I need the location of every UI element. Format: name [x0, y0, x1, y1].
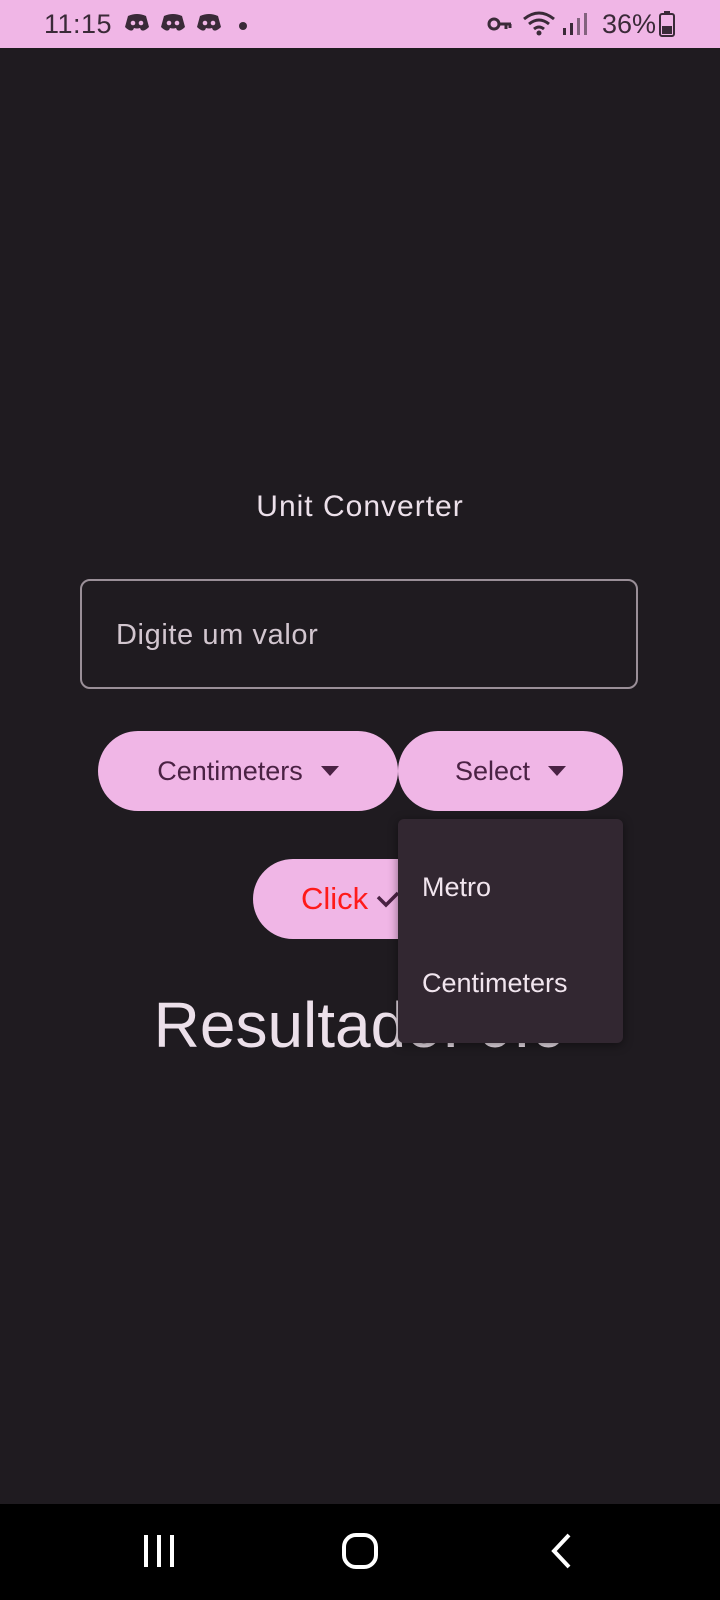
wifi-icon: [522, 10, 556, 41]
menu-item-label: Metro: [422, 871, 492, 902]
to-unit-dropdown-menu: Metro Centimeters: [398, 819, 623, 1043]
caret-down-icon: [320, 766, 339, 776]
menu-item-centimeters[interactable]: Centimeters: [398, 935, 623, 1031]
battery-icon: [659, 11, 675, 42]
home-icon[interactable]: [341, 1532, 379, 1575]
menu-item-label: Centimeters: [422, 967, 568, 998]
battery-percentage: 36%: [602, 9, 657, 39]
discord-icon: [160, 12, 186, 39]
value-field[interactable]: [80, 579, 638, 689]
convert-button-label: Click: [301, 881, 369, 916]
to-unit-label: Select: [454, 755, 531, 786]
caret-down-icon: [548, 766, 567, 776]
value-input[interactable]: [114, 581, 618, 689]
dot-icon: [238, 18, 248, 36]
status-time: 11:15: [44, 9, 113, 39]
screen: 11:15 36% Unit Converter Digite um valor…: [0, 0, 720, 1600]
back-icon[interactable]: [547, 1532, 575, 1575]
page-title: Unit Converter: [256, 490, 464, 523]
to-unit-dropdown-button[interactable]: Select: [398, 731, 623, 811]
key-icon: [487, 14, 513, 39]
from-unit-dropdown-button[interactable]: Centimeters: [98, 731, 398, 811]
recents-icon[interactable]: [141, 1532, 177, 1575]
menu-item-metro[interactable]: Metro: [398, 839, 623, 935]
discord-icon: [196, 12, 222, 39]
from-unit-label: Centimeters: [157, 755, 303, 786]
discord-icon: [124, 12, 150, 39]
navigation-bar: [0, 1504, 720, 1600]
status-bar: 11:15 36%: [0, 0, 720, 48]
signal-icon: [562, 12, 588, 41]
